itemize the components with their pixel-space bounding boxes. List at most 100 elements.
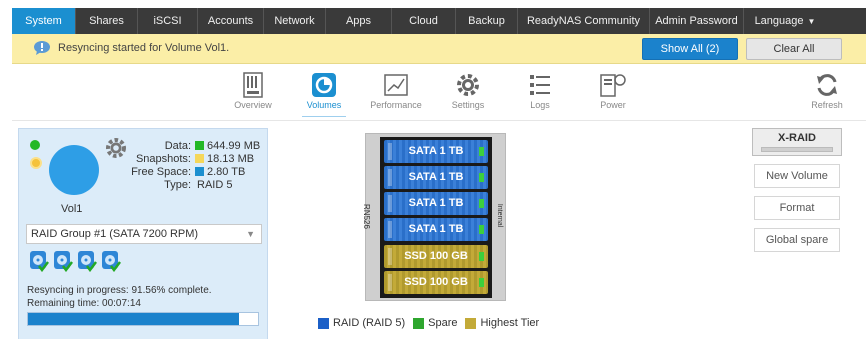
performance-icon: [384, 74, 408, 96]
power-device-icon: [600, 74, 626, 97]
legend-spare: Spare: [413, 317, 457, 329]
active-tab-underline: [302, 116, 346, 117]
nas-enclosure: RN526 SATA 1 TB SATA 1 TB SATA 1 TB SATA…: [362, 133, 506, 301]
bay-grip: [388, 143, 392, 160]
global-spare-button[interactable]: Global spare: [754, 228, 840, 252]
bay-grip: [388, 169, 392, 186]
notification-message: Resyncing started for Volume Vol1.: [58, 42, 230, 54]
stat-type: Type: RAID 5: [127, 179, 267, 192]
toolbar-refresh[interactable]: Refresh: [797, 72, 857, 110]
clear-all-button[interactable]: Clear All: [746, 38, 842, 60]
show-all-button[interactable]: Show All (2): [642, 38, 738, 60]
nav-language[interactable]: Language ▼: [744, 8, 826, 34]
toolbar-power[interactable]: Power: [583, 72, 643, 110]
status-yellow-dot: [30, 157, 42, 169]
volume-settings-gear-icon[interactable]: [105, 137, 127, 159]
xraid-toggle[interactable]: X-RAID: [752, 128, 842, 156]
bay-led: [479, 199, 484, 208]
legend-highest-tier: Highest Tier: [465, 317, 539, 329]
toolbar-overview[interactable]: Overview: [223, 72, 283, 110]
bay-led: [479, 147, 484, 156]
toolbar-power-label: Power: [600, 100, 626, 110]
xraid-label: X-RAID: [778, 132, 816, 144]
raid-group-select[interactable]: RAID Group #1 (SATA 7200 RPM) ▼: [26, 224, 262, 244]
stat-data: Data: 644.99 MB: [127, 140, 267, 153]
resync-progress-line: Resyncing in progress: 91.56% complete.: [27, 285, 212, 296]
stat-data-value: 644.99 MB: [207, 140, 261, 152]
legend-raid-label: RAID (RAID 5): [333, 317, 406, 329]
legend-raid: RAID (RAID 5): [318, 317, 405, 329]
nav-accounts[interactable]: Accounts: [198, 8, 264, 34]
overview-icon: [243, 72, 263, 98]
stat-type-label: Type:: [164, 179, 191, 191]
toolbar-volumes[interactable]: Volumes: [294, 72, 354, 117]
legend-highest-tier-label: Highest Tier: [480, 317, 540, 329]
toolbar-divider: [12, 120, 866, 121]
raid-group-value: RAID Group #1 (SATA 7200 RPM): [31, 228, 199, 240]
resync-remaining-time: Remaining time: 00:07:14: [27, 298, 141, 309]
nav-readynas-community[interactable]: ReadyNAS Community: [518, 8, 650, 34]
disk-bay-label: SSD 100 GB: [404, 250, 468, 262]
nav-system[interactable]: System: [12, 8, 76, 34]
disk-bay-3[interactable]: SATA 1 TB: [384, 192, 488, 215]
legend-spare-label: Spare: [428, 317, 458, 329]
toolbar-logs[interactable]: Logs: [510, 72, 570, 110]
disk-bay-4[interactable]: SATA 1 TB: [384, 218, 488, 241]
bay-led: [479, 278, 484, 287]
nav-language-label: Language: [754, 15, 804, 27]
disk-bay-6[interactable]: SSD 100 GB: [384, 271, 488, 294]
nav-network[interactable]: Network: [264, 8, 326, 34]
toolbar-logs-label: Logs: [530, 100, 550, 110]
toolbar-settings[interactable]: Settings: [438, 72, 498, 110]
disk-legend: RAID (RAID 5) Spare Highest Tier: [318, 317, 539, 329]
disk-ok-icon: [30, 251, 49, 272]
stat-data-label: Data:: [164, 140, 191, 152]
bay-led: [479, 173, 484, 182]
bay-grip: [388, 274, 392, 291]
nav-shares[interactable]: Shares: [76, 8, 138, 34]
stat-free-value: 2.80 TB: [207, 166, 246, 178]
message-bubble-icon: [34, 41, 50, 55]
disk-bay-label: SATA 1 TB: [408, 223, 464, 235]
nav-admin-password[interactable]: Admin Password: [650, 8, 744, 34]
toolbar-performance-label: Performance: [370, 100, 422, 110]
stat-free-label: Free Space:: [131, 166, 191, 178]
volume-card[interactable]: Vol1 Data: 644.99 MB Snapshots: 18.13 MB F…: [18, 128, 268, 339]
disk-status-icons: [29, 250, 121, 274]
bay-grip: [388, 195, 392, 212]
legend-spare-swatch: [413, 317, 425, 329]
disk-bay-1[interactable]: SATA 1 TB: [384, 140, 488, 163]
nav-apps[interactable]: Apps: [326, 8, 392, 34]
top-nav: System Shares iSCSI Accounts Network App…: [12, 8, 866, 34]
disk-ok-icon: [78, 251, 97, 272]
new-volume-button[interactable]: New Volume: [754, 164, 840, 188]
volume-stats: Data: 644.99 MB Snapshots: 18.13 MB Free S…: [127, 140, 267, 192]
resync-progress-text: Resyncing in progress: 91.56% complete. …: [27, 284, 212, 310]
disk-bay-2[interactable]: SATA 1 TB: [384, 166, 488, 189]
format-button[interactable]: Format: [754, 196, 840, 220]
disk-bay-label: SATA 1 TB: [408, 171, 464, 183]
snapshots-swatch: [195, 154, 204, 163]
notification-bar: Resyncing started for Volume Vol1. Show …: [12, 34, 866, 64]
bay-led: [479, 252, 484, 261]
disk-bay-label: SATA 1 TB: [408, 145, 464, 157]
nav-iscsi[interactable]: iSCSI: [138, 8, 198, 34]
toolbar-performance[interactable]: Performance: [366, 72, 426, 110]
stat-type-value: RAID 5: [197, 179, 233, 191]
enclosure-side-label: Internal: [496, 203, 504, 228]
logs-list-icon: [530, 75, 550, 95]
settings-gear-icon: [457, 74, 479, 96]
chevron-down-icon: ▼: [246, 229, 255, 239]
bay-grip: [388, 221, 392, 238]
volumes-icon: [312, 73, 336, 97]
free-swatch: [195, 167, 204, 176]
legend-raid-swatch: [318, 317, 329, 329]
stat-snapshots-value: 18.13 MB: [207, 153, 255, 165]
stat-snapshots-label: Snapshots:: [135, 153, 191, 165]
stat-free-space: Free Space: 2.80 TB: [127, 166, 267, 179]
nav-backup[interactable]: Backup: [456, 8, 518, 34]
disk-ok-icon: [54, 251, 73, 272]
data-swatch: [195, 141, 204, 150]
nav-cloud[interactable]: Cloud: [392, 8, 456, 34]
disk-bay-5[interactable]: SSD 100 GB: [384, 245, 488, 268]
